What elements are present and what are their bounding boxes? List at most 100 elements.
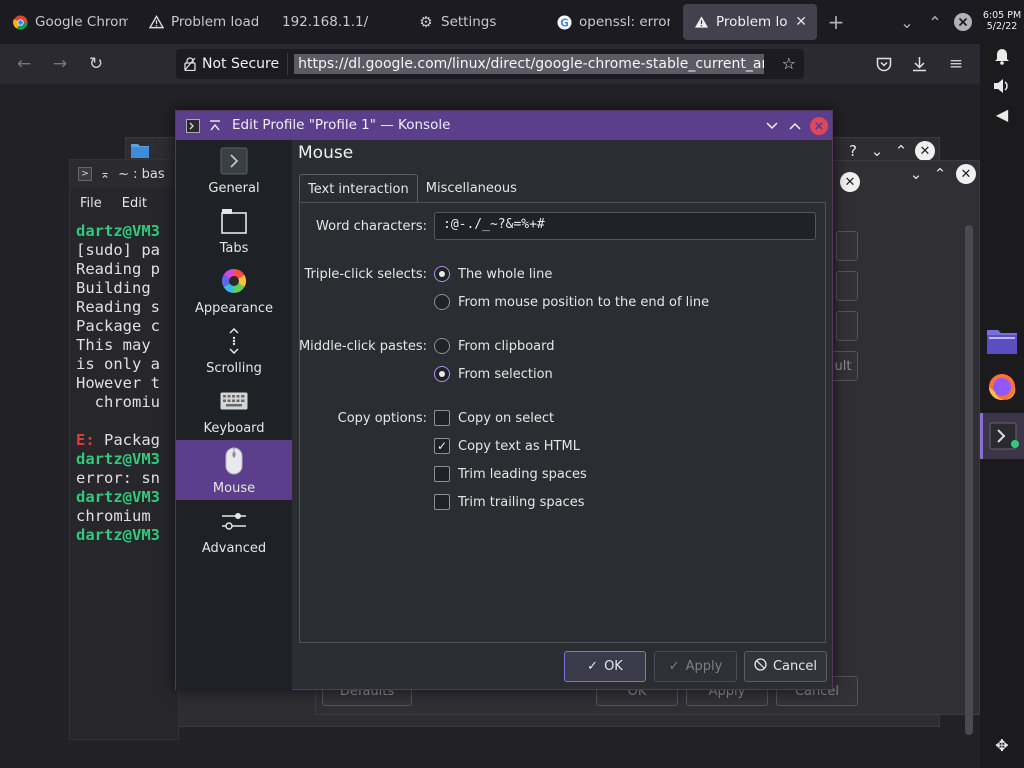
forward-icon[interactable]: →: [48, 52, 72, 76]
tab-text-interaction[interactable]: Text interaction: [299, 174, 418, 204]
menu-icon[interactable]: ≡: [944, 52, 968, 76]
chevron-down-icon[interactable]: ⌄: [867, 141, 887, 161]
chevron-up-icon[interactable]: ⌃: [923, 10, 947, 34]
cancel-button[interactable]: Cancel: [744, 651, 827, 682]
url-text[interactable]: https://dl.google.com/linux/direct/googl…: [294, 54, 765, 74]
close-icon[interactable]: ✕: [956, 164, 976, 184]
close-icon[interactable]: ✕: [840, 172, 860, 192]
background-button: [836, 311, 858, 341]
bell-icon[interactable]: [990, 44, 1014, 68]
keyboard-icon: [220, 387, 248, 415]
sidebar-item-appearance[interactable]: Appearance: [176, 260, 292, 320]
security-label: Not Secure: [202, 56, 280, 72]
google-icon: G: [556, 14, 572, 30]
checkbox-trim-leading[interactable]: Trim leading spaces: [434, 466, 587, 482]
checkbox-copy-as-html[interactable]: ✓ Copy text as HTML: [434, 438, 580, 454]
folder-icon: [130, 141, 150, 161]
move-icon[interactable]: ✥: [990, 733, 1014, 757]
browser-tab[interactable]: Problem load: [138, 4, 268, 40]
sidebar-item-tabs[interactable]: Tabs: [176, 200, 292, 260]
radio-button[interactable]: [434, 294, 450, 310]
download-icon[interactable]: [907, 52, 931, 76]
checkbox[interactable]: [434, 410, 450, 426]
radio-from-selection[interactable]: From selection: [434, 366, 553, 382]
dock-file-manager[interactable]: [980, 318, 1024, 364]
scrollbar[interactable]: [965, 225, 973, 735]
check-icon: ✓: [668, 659, 680, 674]
terminal-menubar: File Edit: [70, 190, 147, 216]
gear-icon: ⚙: [419, 13, 433, 31]
dock-konsole[interactable]: [980, 413, 1024, 459]
clock[interactable]: 6:05 PM 5/2/22: [980, 10, 1024, 32]
browser-tab-active[interactable]: Problem loa ✕: [683, 4, 817, 40]
warning-icon: [148, 14, 164, 30]
color-wheel-icon: [220, 267, 248, 295]
radio-mouse-position[interactable]: From mouse position to the end of line: [434, 294, 709, 310]
help-icon[interactable]: ?: [843, 141, 863, 161]
pocket-icon[interactable]: [872, 52, 896, 76]
chevron-down-icon[interactable]: ⌄: [895, 10, 919, 34]
word-characters-input[interactable]: :@-./_~?&=%+#: [434, 212, 816, 240]
terminal-line: [sudo] pa: [76, 241, 160, 259]
security-indicator[interactable]: Not Secure: [176, 53, 289, 75]
sidebar-item-general[interactable]: General: [176, 140, 292, 200]
browser-tab[interactable]: ⚙ Settings: [408, 4, 544, 40]
apply-button[interactable]: ✓ Apply: [654, 651, 737, 682]
sidebar-item-scrolling[interactable]: Scrolling: [176, 320, 292, 380]
ok-button[interactable]: ✓ OK: [564, 651, 646, 682]
close-button[interactable]: [808, 115, 830, 137]
terminal-output[interactable]: dartz@VM3 [sudo] pa Reading p Building Read…: [76, 222, 160, 545]
tab-label: Problem load: [171, 14, 258, 30]
checkbox[interactable]: ✓: [434, 438, 450, 454]
konsole-terminal-window[interactable]: > ⌅ ~ : bas File Edit dartz@VM3 [sudo] pa…: [69, 159, 179, 740]
radio-from-clipboard[interactable]: From clipboard: [434, 338, 555, 354]
browser-tab[interactable]: 192.168.1.1/: [272, 4, 402, 40]
bookmark-star-icon[interactable]: ☆: [782, 54, 796, 73]
menu-edit[interactable]: Edit: [122, 196, 147, 211]
checkbox[interactable]: [434, 466, 450, 482]
pin-icon[interactable]: ⌅: [100, 167, 110, 181]
terminal-line: Package c: [76, 317, 160, 335]
address-bar[interactable]: Not Secure https://dl.google.com/linux/d…: [176, 49, 804, 79]
word-characters-label: Word characters:: [316, 219, 427, 234]
chevron-up-icon[interactable]: ⌃: [891, 141, 911, 161]
tab-label: Google Chrom: [35, 14, 128, 30]
new-tab-button[interactable]: +: [824, 10, 848, 34]
sidebar-item-label: Keyboard: [203, 421, 265, 436]
close-tab-icon[interactable]: ✕: [795, 14, 807, 30]
radio-button[interactable]: [434, 366, 450, 382]
volume-icon[interactable]: [990, 74, 1014, 98]
minimize-icon[interactable]: [761, 115, 783, 137]
dock-firefox[interactable]: [980, 364, 1024, 410]
close-window-button[interactable]: [951, 10, 975, 34]
radio-button[interactable]: [434, 338, 450, 354]
tabs-icon: [220, 207, 248, 235]
browser-tab[interactable]: G openssl: error: [546, 4, 680, 40]
sidebar-item-keyboard[interactable]: Keyboard: [176, 380, 292, 440]
sidebar-item-advanced[interactable]: Advanced: [176, 500, 292, 560]
back-icon[interactable]: ←: [12, 52, 36, 76]
radio-button[interactable]: [434, 266, 450, 282]
chevron-down-icon[interactable]: ⌄: [906, 164, 926, 184]
copy-options-label: Copy options:: [337, 411, 427, 426]
checkbox[interactable]: [434, 494, 450, 510]
radio-whole-line[interactable]: The whole line: [434, 266, 552, 282]
menu-file[interactable]: File: [80, 196, 102, 211]
option-label: Trim leading spaces: [458, 466, 587, 482]
checkbox-trim-trailing[interactable]: Trim trailing spaces: [434, 494, 585, 510]
reload-icon[interactable]: ↻: [84, 52, 108, 76]
sidebar-item-label: Appearance: [194, 301, 274, 316]
checkbox-copy-on-select[interactable]: Copy on select: [434, 410, 554, 426]
sidebar-item-mouse[interactable]: Mouse: [176, 440, 292, 500]
tab-miscellaneous[interactable]: Miscellaneous: [418, 173, 525, 203]
option-label: Trim trailing spaces: [458, 494, 585, 510]
keep-above-icon[interactable]: [204, 115, 226, 137]
close-icon[interactable]: ✕: [915, 141, 935, 161]
chevron-up-icon[interactable]: ⌃: [930, 164, 950, 184]
profile-sections-sidebar: General Tabs Appearance Scrolling Keyboa…: [176, 140, 292, 690]
terminal-line: E: Packag: [76, 431, 160, 449]
browser-tab[interactable]: Google Chrom: [2, 4, 138, 40]
arrow-left-icon[interactable]: ◀: [990, 102, 1014, 126]
terminal-line: dartz@VM3: [76, 488, 160, 506]
maximize-icon[interactable]: [784, 115, 806, 137]
